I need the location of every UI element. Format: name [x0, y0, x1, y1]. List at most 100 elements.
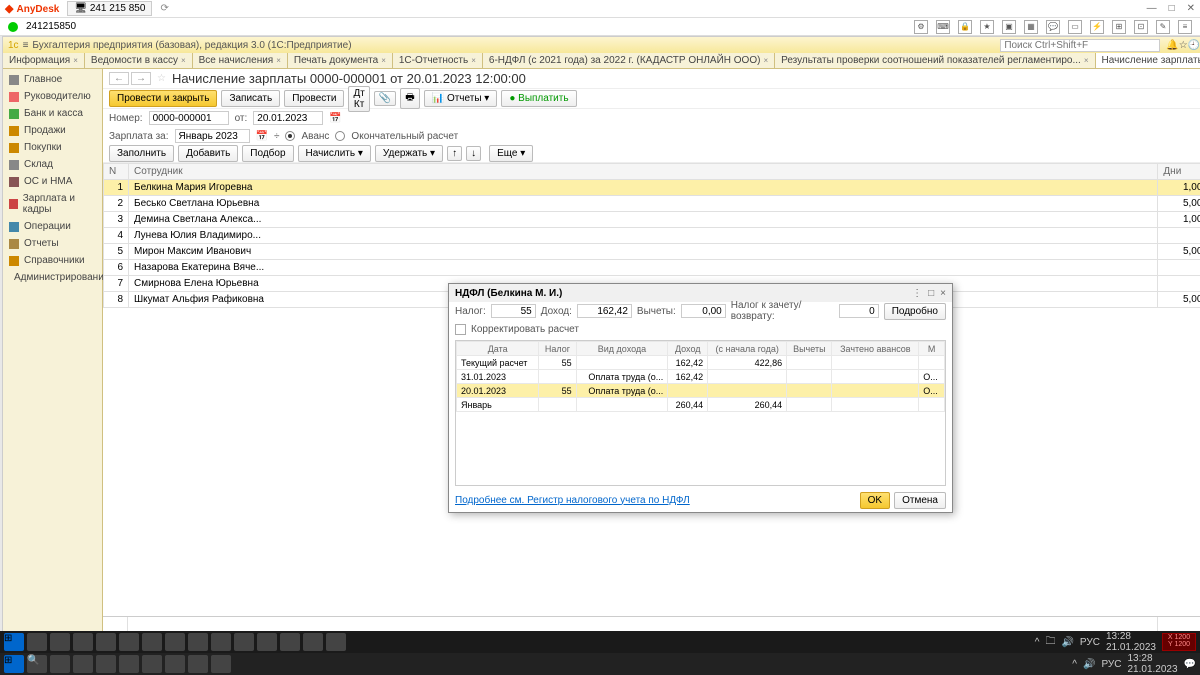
table-row[interactable]: 5Мирон Максим Иванович5,00 [104, 244, 1200, 260]
sidebar-item[interactable]: ОС и НМА [3, 173, 102, 190]
task-icon[interactable] [50, 655, 70, 673]
task-icon[interactable] [326, 633, 346, 651]
attach-button[interactable]: 📎 [374, 91, 396, 106]
task-icon[interactable] [303, 633, 323, 651]
close-icon[interactable]: ✕ [1187, 3, 1195, 14]
print-button[interactable]: 🖶 [400, 88, 419, 109]
menu-icon[interactable]: ≡ [23, 40, 29, 51]
table-row[interactable]: 31.01.2023Оплата труда (о...162,42О... [457, 370, 945, 384]
dt-kt-button[interactable]: ДтКт [348, 86, 369, 112]
detail-button[interactable]: Подробно [884, 303, 946, 320]
sidebar-item[interactable]: Администрирование [3, 269, 102, 286]
table-row[interactable]: 20.01.202355Оплата труда (о...О... [457, 384, 945, 398]
task-icon[interactable] [234, 633, 254, 651]
post-button[interactable]: Провести [284, 90, 344, 107]
task-icon[interactable] [119, 633, 139, 651]
task-icon[interactable] [211, 633, 231, 651]
table-row[interactable]: Текущий расчет55162,42422,86 [457, 356, 945, 370]
tool-icon[interactable]: ⚙ [914, 20, 928, 34]
tool-icon[interactable]: ⌨ [936, 20, 950, 34]
tab[interactable]: Результаты проверки соотношений показате… [775, 53, 1095, 68]
tool-icon[interactable]: ▦ [1024, 20, 1038, 34]
sidebar-item[interactable]: Руководителю [3, 88, 102, 105]
history-icon[interactable]: 🕘 [1188, 40, 1200, 51]
task-icon[interactable] [188, 633, 208, 651]
tax-input[interactable] [491, 304, 536, 318]
ok-button[interactable]: OK [860, 492, 890, 509]
table-row[interactable]: 1Белкина Мария Игоревна1,001,00162,4255,… [104, 180, 1200, 196]
add-button[interactable]: Добавить [178, 145, 238, 162]
radio-final[interactable] [335, 131, 345, 141]
maximize-icon[interactable]: □ [1169, 3, 1175, 14]
cancel-button[interactable]: Отмена [894, 492, 946, 509]
task-icon[interactable] [257, 633, 277, 651]
tool-icon[interactable]: ⊡ [1134, 20, 1148, 34]
table-row[interactable]: 4Лунева Юлия Владимиро... [104, 228, 1200, 244]
correct-checkbox[interactable] [455, 324, 466, 335]
tab-active[interactable]: Начисление зарплаты 0000-000001 от 20.01… [1096, 53, 1200, 68]
task-icon[interactable] [96, 633, 116, 651]
tool-icon[interactable]: ▭ [1068, 20, 1082, 34]
sidebar-item[interactable]: Покупки [3, 139, 102, 156]
maximize-icon[interactable]: □ [928, 288, 934, 299]
income-input[interactable] [577, 304, 632, 318]
fill-button[interactable]: Заполнить [109, 145, 174, 162]
more-button[interactable]: Еще ▾ [489, 145, 533, 162]
table-row[interactable]: 2Бесько Светлана Юрьевна5,004 872,601 13… [104, 196, 1200, 212]
table-row[interactable]: 3Демина Светлана Алекса...1,00 [104, 212, 1200, 228]
number-input[interactable] [149, 111, 229, 125]
tab[interactable]: Печать документа× [288, 53, 393, 68]
star-icon[interactable]: ☆ [1179, 40, 1188, 51]
pay-button[interactable]: ● Выплатить [501, 90, 576, 107]
register-link[interactable]: Подробнее см. Регистр налогового учета п… [455, 495, 690, 506]
task-icon[interactable] [119, 655, 139, 673]
reports-button[interactable]: 📊 Отчеты ▾ [424, 90, 498, 107]
sidebar-item[interactable]: Операции [3, 218, 102, 235]
sidebar-item[interactable]: Банк и касса [3, 105, 102, 122]
post-close-button[interactable]: Провести и закрыть [109, 90, 217, 107]
radio-avans[interactable] [285, 131, 295, 141]
calc-button[interactable]: Начислить ▾ [298, 145, 371, 162]
search-button[interactable]: 🔍 [27, 655, 47, 673]
fwd-icon[interactable]: → [131, 72, 151, 85]
task-icon[interactable] [165, 633, 185, 651]
tab[interactable]: Все начисления× [193, 53, 288, 68]
table-row[interactable]: Январь260,44260,44 [457, 398, 945, 412]
start-button[interactable]: ⊞ [4, 655, 24, 673]
return-input[interactable] [839, 304, 879, 318]
star-icon[interactable]: ☆ [157, 73, 166, 84]
task-icon[interactable] [96, 655, 116, 673]
menu-icon[interactable]: ⋮ [912, 288, 922, 299]
ndfl-grid[interactable]: ДатаНалогВид доходаДоход(с начала года)В… [455, 340, 946, 486]
back-icon[interactable]: ← [109, 72, 129, 85]
save-button[interactable]: Записать [221, 90, 280, 107]
down-button[interactable]: ↓ [466, 146, 481, 161]
calendar-icon[interactable]: 📅 [256, 131, 268, 142]
search-input[interactable] [1000, 39, 1160, 52]
anydesk-session-tab[interactable]: 🖥 241 215 850 [67, 1, 152, 16]
tool-icon[interactable]: 💬 [1046, 20, 1060, 34]
table-row[interactable]: 6Назарова Екатерина Вяче... [104, 260, 1200, 276]
hold-button[interactable]: Удержать ▾ [375, 145, 443, 162]
task-icon[interactable] [142, 655, 162, 673]
close-icon[interactable]: × [940, 288, 946, 299]
task-icon[interactable] [211, 655, 231, 673]
tool-icon[interactable]: ★ [980, 20, 994, 34]
stepper-icon[interactable]: ÷ [274, 131, 280, 142]
bell-icon[interactable]: 🔔 [1166, 40, 1178, 51]
task-icon[interactable] [188, 655, 208, 673]
tool-icon[interactable]: ⚡ [1090, 20, 1104, 34]
period-input[interactable] [175, 129, 250, 143]
up-button[interactable]: ↑ [447, 146, 462, 161]
calendar-icon[interactable]: 📅 [329, 113, 341, 124]
task-icon[interactable] [142, 633, 162, 651]
tool-icon[interactable]: ≡ [1178, 20, 1192, 34]
tab[interactable]: 6-НДФЛ (с 2021 года) за 2022 г. (КАДАСТР… [483, 53, 775, 68]
sidebar-item[interactable]: Отчеты [3, 235, 102, 252]
task-icon[interactable] [73, 633, 93, 651]
tool-icon[interactable]: ▣ [1002, 20, 1016, 34]
sidebar-item[interactable]: Продажи [3, 122, 102, 139]
date-input[interactable] [253, 111, 323, 125]
tab[interactable]: 1С-Отчетность× [393, 53, 483, 68]
sidebar-item[interactable]: Склад [3, 156, 102, 173]
